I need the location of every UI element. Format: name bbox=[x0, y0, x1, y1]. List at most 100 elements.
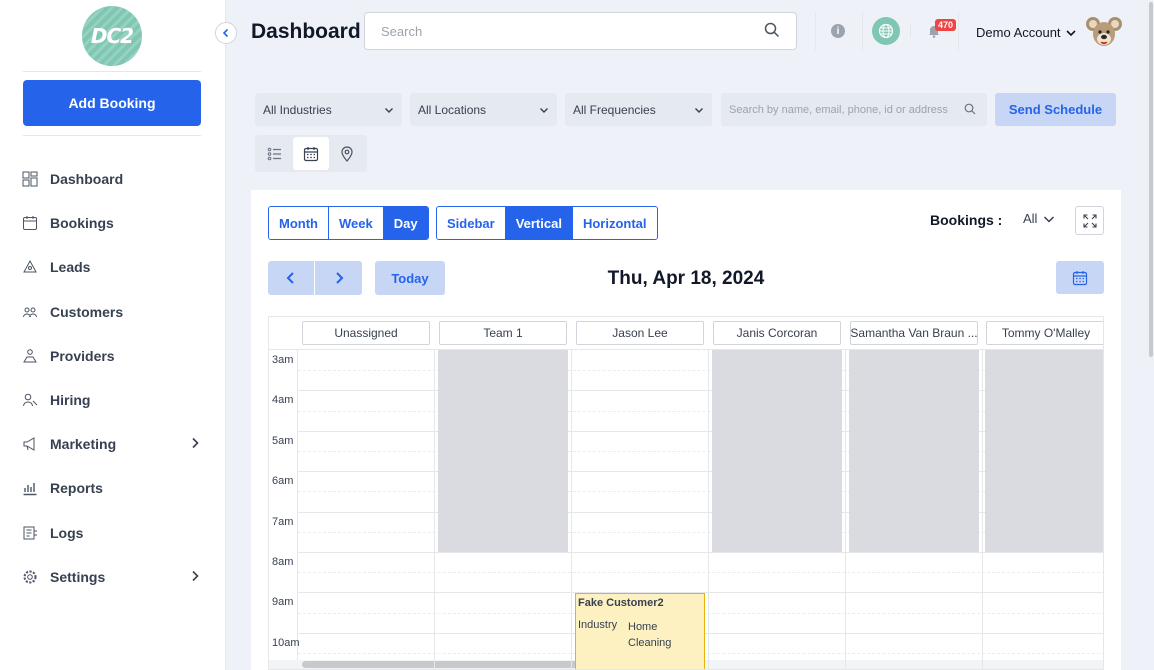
column-header[interactable]: Tommy O'Malley bbox=[986, 321, 1103, 345]
globe-icon[interactable] bbox=[872, 17, 900, 45]
add-booking-button[interactable]: Add Booking bbox=[23, 80, 201, 126]
providers-icon bbox=[22, 348, 38, 364]
calendar-panel: Month Week Day Sidebar Vertical Horizontal B… bbox=[251, 190, 1121, 670]
range-month-button[interactable]: Month bbox=[269, 207, 329, 239]
header-separator bbox=[910, 24, 911, 38]
unavailable-block bbox=[438, 350, 568, 552]
time-label: 9am bbox=[272, 596, 294, 609]
sidebar-item-providers[interactable]: Providers bbox=[0, 334, 226, 378]
range-week-button[interactable]: Week bbox=[328, 207, 384, 239]
header-separator bbox=[815, 12, 816, 50]
sidebar-item-logs[interactable]: Logs bbox=[0, 511, 226, 555]
reports-icon bbox=[22, 480, 38, 496]
logo-text: DC2 bbox=[90, 24, 134, 48]
date-picker-button[interactable] bbox=[1056, 261, 1104, 294]
globe-glyph-icon bbox=[878, 23, 894, 39]
grid-column-headers: Unassigned Team 1 Jason Lee Janis Corcoran S… bbox=[269, 317, 1103, 350]
account-name: Demo Account bbox=[976, 25, 1061, 40]
map-pin-icon bbox=[341, 145, 353, 162]
bookings-filter-value: All bbox=[1023, 211, 1038, 226]
expand-icon bbox=[1082, 213, 1097, 228]
column-header[interactable]: Team 1 bbox=[439, 321, 567, 345]
unavailable-block bbox=[985, 350, 1103, 552]
hour-line bbox=[298, 430, 1103, 432]
column-header[interactable]: Samantha Van Braun ... bbox=[850, 321, 978, 345]
send-schedule-button[interactable]: Send Schedule bbox=[995, 93, 1116, 126]
info-icon[interactable]: i bbox=[831, 24, 845, 38]
sidebar-item-bookings[interactable]: Bookings bbox=[0, 201, 226, 245]
megaphone-icon bbox=[22, 436, 38, 452]
fullscreen-button[interactable] bbox=[1075, 206, 1104, 235]
location-filter[interactable]: All Locations bbox=[410, 93, 557, 126]
sidebar-item-reports[interactable]: Reports bbox=[0, 466, 226, 510]
sidebar-item-hiring[interactable]: Hiring bbox=[0, 378, 226, 422]
frequency-filter-value: All Frequencies bbox=[573, 102, 656, 117]
hour-line bbox=[298, 390, 1103, 392]
account-menu[interactable]: Demo Account bbox=[976, 25, 1077, 40]
time-label: 10am bbox=[272, 636, 300, 649]
view-mode-toggle bbox=[255, 135, 367, 172]
dashboard-icon bbox=[22, 171, 38, 187]
header-separator bbox=[862, 12, 863, 50]
map-view-button[interactable] bbox=[329, 137, 365, 170]
frequency-filter[interactable]: All Frequencies bbox=[565, 93, 712, 126]
page-scrollbar[interactable] bbox=[1148, 0, 1154, 360]
half-hour-line bbox=[298, 572, 1103, 574]
avatar[interactable] bbox=[1085, 14, 1123, 52]
event-detail-row: Industry Home Cleaning bbox=[578, 619, 702, 651]
sidebar-item-label: Customers bbox=[50, 303, 124, 320]
industry-filter[interactable]: All Industries bbox=[255, 93, 402, 126]
sidebar-item-label: Providers bbox=[50, 347, 115, 364]
industry-filter-value: All Industries bbox=[263, 102, 332, 117]
range-day-button[interactable]: Day bbox=[383, 207, 428, 239]
column-header[interactable]: Janis Corcoran bbox=[713, 321, 841, 345]
chevron-down-icon bbox=[385, 107, 393, 113]
customers-icon bbox=[22, 304, 38, 320]
layout-sidebar-button[interactable]: Sidebar bbox=[437, 207, 506, 239]
chevron-down-icon bbox=[695, 107, 703, 113]
half-hour-line bbox=[298, 451, 1103, 452]
calendar-view-button[interactable] bbox=[293, 137, 329, 170]
time-label: 6am bbox=[272, 475, 294, 488]
half-hour-line bbox=[298, 531, 1103, 533]
calendar-icon bbox=[303, 146, 319, 161]
sidebar-item-label: Settings bbox=[50, 568, 106, 585]
booking-event[interactable]: Fake Customer2 Industry Home Cleaning bbox=[575, 593, 705, 669]
sidebar-item-customers[interactable]: Customers bbox=[0, 290, 226, 334]
search-icon[interactable] bbox=[764, 22, 780, 38]
scrollbar-thumb[interactable] bbox=[1149, 2, 1153, 357]
leads-icon bbox=[22, 259, 38, 275]
sidebar-item-label: Marketing bbox=[50, 436, 117, 453]
list-view-button[interactable] bbox=[257, 137, 293, 170]
company-logo[interactable]: DC2 bbox=[82, 6, 142, 66]
notifications-badge: 470 bbox=[935, 19, 957, 31]
bookings-label: Bookings : bbox=[930, 212, 1003, 228]
sidebar-item-marketing[interactable]: Marketing bbox=[0, 422, 226, 466]
chevron-right-icon bbox=[190, 569, 200, 585]
layout-vertical-button[interactable]: Vertical bbox=[505, 207, 573, 239]
layout-horizontal-button[interactable]: Horizontal bbox=[572, 207, 657, 239]
search-icon[interactable] bbox=[964, 103, 976, 115]
unavailable-block bbox=[712, 350, 842, 552]
sidebar-item-label: Dashboard bbox=[50, 171, 124, 188]
sidebar-item-dashboard[interactable]: Dashboard bbox=[0, 157, 226, 201]
column-header[interactable]: Jason Lee bbox=[576, 321, 704, 345]
time-column: 3am 4am 5am 6am 7am 8am 9am 10am bbox=[269, 350, 300, 669]
sidebar-item-leads[interactable]: Leads bbox=[0, 245, 226, 289]
sidebar-item-settings[interactable]: Settings bbox=[0, 555, 226, 599]
column-header[interactable]: Unassigned bbox=[302, 321, 430, 345]
schedule-column[interactable] bbox=[298, 350, 435, 669]
logs-icon bbox=[22, 525, 38, 541]
layout-selector: Sidebar Vertical Horizontal bbox=[436, 206, 658, 240]
time-label: 8am bbox=[272, 556, 294, 568]
bookings-filter-select[interactable]: All bbox=[1023, 211, 1055, 226]
sidebar-item-label: Bookings bbox=[50, 215, 114, 232]
header-separator bbox=[958, 12, 959, 50]
collapse-sidebar-button[interactable] bbox=[215, 22, 237, 44]
range-selector: Month Week Day bbox=[268, 206, 429, 240]
hour-line bbox=[298, 552, 1103, 553]
booking-search-input[interactable] bbox=[721, 93, 987, 126]
global-search-input[interactable] bbox=[364, 12, 797, 50]
half-hour-line bbox=[298, 410, 1103, 412]
page-title: Dashboard bbox=[251, 20, 361, 43]
